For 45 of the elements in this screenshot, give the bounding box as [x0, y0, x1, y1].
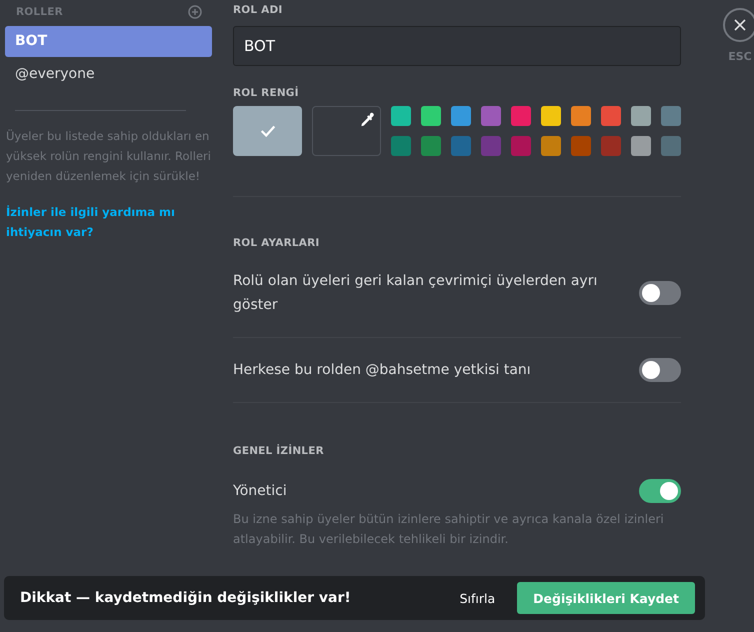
permission-description: Bu izne sahip üyeler bütün izinlere sahiptir ve ayrıca kanala özel izinleri atlayabilir. Bu verilebilecek tehlikeli bir izindir. [233, 511, 665, 548]
section-label: ROL AYARLARI [233, 237, 320, 249]
color-swatch[interactable] [391, 106, 411, 126]
section-label: ROL RENGİ [233, 87, 300, 99]
toggle-switch[interactable] [639, 479, 681, 503]
color-swatch[interactable] [511, 136, 531, 156]
section-label: ROL ADI [233, 4, 284, 16]
close-icon [734, 19, 746, 31]
notice-message: Dikkat — kaydetmediğin değişiklikler var! [20, 590, 352, 606]
color-swatch[interactable] [481, 106, 501, 126]
color-swatch[interactable] [451, 106, 471, 126]
color-swatch[interactable] [481, 136, 501, 156]
permission-label: Yönetici [233, 482, 287, 501]
color-swatch[interactable] [421, 136, 441, 156]
setting-label: Herkese bu rolden @bahsetme yetkisi tanı [233, 361, 531, 380]
toggle-switch[interactable] [639, 358, 681, 382]
color-swatch[interactable] [451, 136, 471, 156]
role-item[interactable]: @everyone [5, 59, 212, 90]
toggle-switch[interactable] [639, 281, 681, 305]
role-name-field[interactable]: BOT [233, 26, 681, 66]
color-swatch[interactable] [601, 106, 621, 126]
section-label: ROLLER [16, 6, 63, 18]
color-swatch[interactable] [661, 136, 681, 156]
add-icon[interactable] [188, 5, 202, 19]
color-swatch[interactable] [541, 136, 561, 156]
color-swatch[interactable] [631, 106, 651, 126]
eyedropper-icon [360, 112, 375, 127]
color-swatch[interactable] [541, 106, 561, 126]
section-label: GENEL İZİNLER [233, 445, 325, 457]
color-swatch[interactable] [391, 136, 411, 156]
close-button[interactable] [723, 8, 754, 42]
color-swatch[interactable] [631, 136, 651, 156]
help-link[interactable]: İzinler ile ilgili yardıma mı ihtiyacın var? [6, 202, 176, 242]
default-color-swatch[interactable] [233, 106, 302, 156]
color-swatch[interactable] [661, 106, 681, 126]
reset-button[interactable]: Sıfırla [456, 586, 500, 610]
custom-color-picker[interactable] [312, 106, 381, 156]
setting-label: Rolü olan üyeleri geri kalan çevrimiçi üyelerden ayrı göster [233, 272, 598, 315]
color-swatch[interactable] [421, 106, 441, 126]
esc-label: ESC [728, 50, 752, 63]
color-swatch[interactable] [511, 106, 531, 126]
help-text: Üyeler bu listede sahip oldukları en yüksek rolün rengini kullanır. Rolleri yeniden düzenlemek için sürükle! [6, 128, 212, 185]
color-swatch[interactable] [601, 136, 621, 156]
color-swatch[interactable] [571, 136, 591, 156]
color-swatch[interactable] [571, 106, 591, 126]
